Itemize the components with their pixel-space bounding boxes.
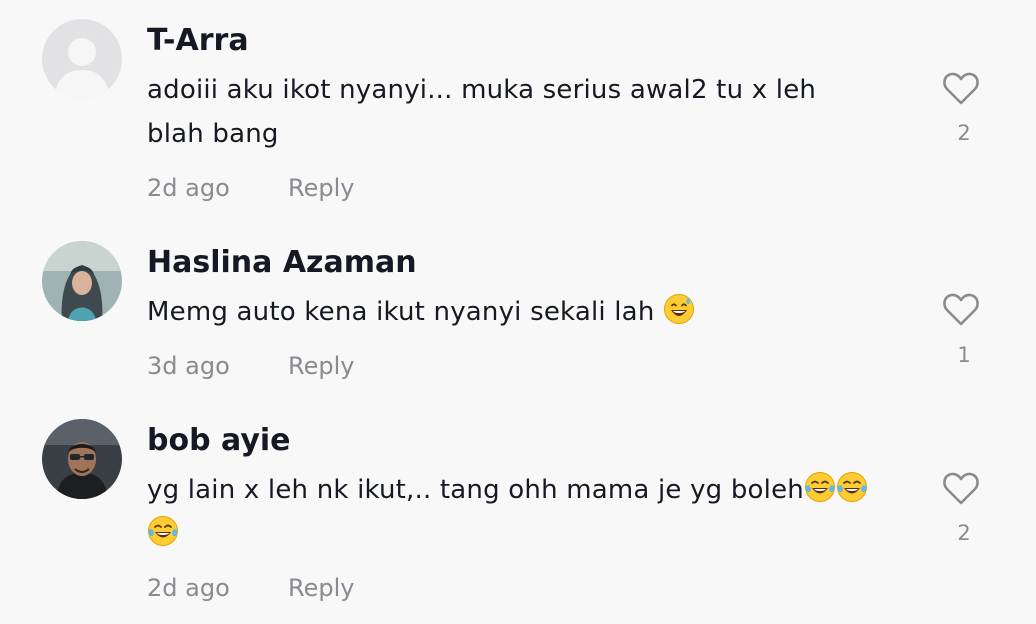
like-button[interactable]: [939, 466, 983, 510]
tears-of-joy-emoji-icon: [804, 472, 835, 502]
reply-button[interactable]: Reply: [288, 171, 354, 205]
comment-text: adoiii aku ikot nyanyi... muka serius aw…: [147, 68, 887, 156]
heart-icon: [943, 293, 979, 326]
avatar[interactable]: [42, 241, 122, 321]
comment-text-content: yg lain x leh nk ikut,.. tang ohh mama j…: [147, 475, 804, 505]
comment-text-line: blah bang: [147, 119, 279, 149]
comment-timestamp: 2d ago: [147, 574, 230, 602]
like-button[interactable]: [939, 66, 983, 110]
comment-text-line: adoiii aku ikot nyanyi... muka serius aw…: [147, 75, 817, 105]
comment-timestamp: 2d ago: [147, 174, 230, 202]
tears-of-joy-emoji-icon: [836, 472, 867, 502]
comment-text: yg lain x leh nk ikut,.. tang ohh mama j…: [147, 468, 887, 556]
tears-of-joy-emoji-icon: [148, 516, 178, 546]
user-photo: [42, 241, 122, 321]
comment-timestamp: 3d ago: [147, 352, 230, 380]
comment-text-line: [147, 512, 887, 556]
like-count: 2: [957, 521, 971, 545]
comment-text-line: yg lain x leh nk ikut,.. tang ohh mama j…: [147, 468, 887, 512]
sweat-smile-emoji-icon: [663, 294, 694, 324]
reply-button[interactable]: Reply: [288, 571, 354, 605]
comment-text-line: Memg auto kena ikut nyanyi sekali lah: [147, 297, 655, 327]
like-count: 2: [957, 121, 971, 145]
comment-username[interactable]: T-Arra: [147, 21, 249, 61]
comment-username[interactable]: Haslina Azaman: [147, 243, 417, 283]
comment-text: Memg auto kena ikut nyanyi sekali lah: [147, 290, 887, 334]
heart-icon: [943, 472, 979, 505]
like-count: 1: [957, 343, 971, 367]
avatar[interactable]: [42, 419, 122, 499]
like-button[interactable]: [939, 287, 983, 331]
comment-username[interactable]: bob ayie: [147, 421, 291, 461]
reply-button[interactable]: Reply: [288, 349, 354, 383]
user-photo: [42, 419, 122, 499]
avatar[interactable]: [42, 19, 122, 99]
heart-icon: [943, 72, 979, 105]
default-avatar-icon: [42, 19, 122, 99]
